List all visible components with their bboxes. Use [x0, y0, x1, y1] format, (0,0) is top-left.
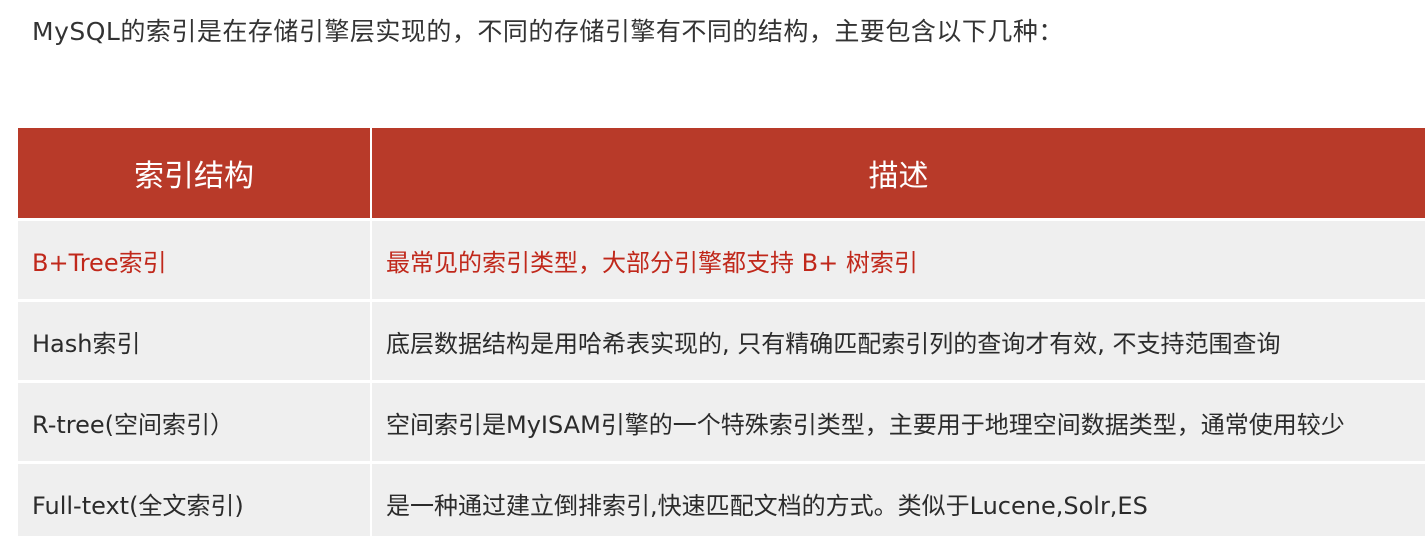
- intro-text: MySQL的索引是在存储引擎层实现的，不同的存储引擎有不同的结构，主要包含以下几…: [32, 17, 1064, 46]
- index-structure-table: 索引结构 描述 B+Tree索引 最常见的索引类型，大部分引擎都支持 B+ 树索…: [18, 128, 1425, 536]
- table-row: Full-text(全文索引) 是一种通过建立倒排索引,快速匹配文档的方式。类似…: [18, 461, 1425, 536]
- row-structure: Full-text(全文索引): [18, 461, 372, 536]
- row-description: 最常见的索引类型，大部分引擎都支持 B+ 树索引: [372, 218, 1425, 299]
- row-description: 底层数据结构是用哈希表实现的, 只有精确匹配索引列的查询才有效, 不支持范围查询: [372, 299, 1425, 380]
- table-row: R-tree(空间索引） 空间索引是MyISAM引擎的一个特殊索引类型，主要用于…: [18, 380, 1425, 461]
- table-row: Hash索引 底层数据结构是用哈希表实现的, 只有精确匹配索引列的查询才有效, …: [18, 299, 1425, 380]
- row-description: 是一种通过建立倒排索引,快速匹配文档的方式。类似于Lucene,Solr,ES: [372, 461, 1425, 536]
- table-header-row: 索引结构 描述: [18, 128, 1425, 218]
- row-structure: Hash索引: [18, 299, 372, 380]
- header-description: 描述: [372, 128, 1425, 218]
- header-structure: 索引结构: [18, 128, 372, 218]
- row-structure: R-tree(空间索引）: [18, 380, 372, 461]
- row-structure: B+Tree索引: [18, 218, 372, 299]
- page: MySQL的索引是在存储引擎层实现的，不同的存储引擎有不同的结构，主要包含以下几…: [0, 0, 1425, 536]
- row-description: 空间索引是MyISAM引擎的一个特殊索引类型，主要用于地理空间数据类型，通常使用…: [372, 380, 1425, 461]
- table-row: B+Tree索引 最常见的索引类型，大部分引擎都支持 B+ 树索引: [18, 218, 1425, 299]
